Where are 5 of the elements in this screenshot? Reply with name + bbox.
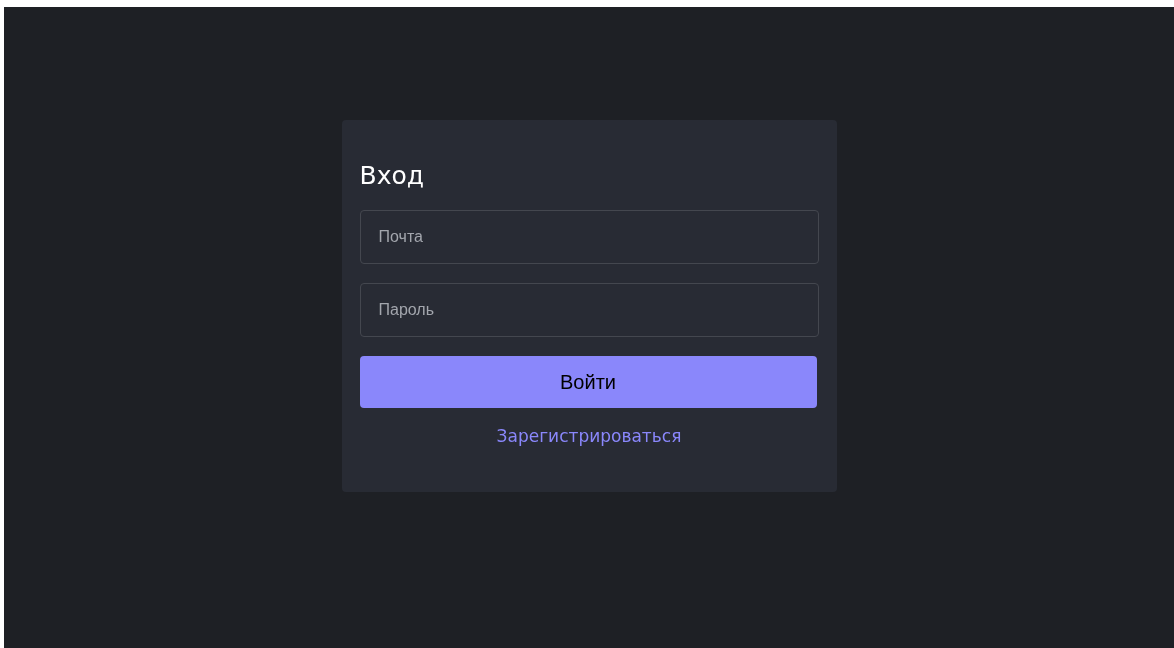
- login-button[interactable]: Войти: [359, 356, 817, 408]
- register-link[interactable]: Зарегистрироваться: [496, 424, 682, 450]
- input-field[interactable]: Пароль: [359, 283, 819, 337]
- input-field[interactable]: Почта: [359, 210, 819, 264]
- form-title: Вход: [359, 160, 425, 192]
